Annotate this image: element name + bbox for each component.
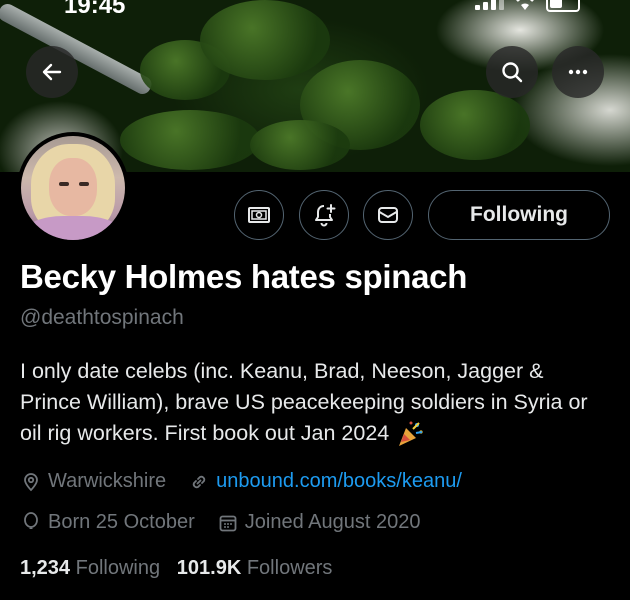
back-button[interactable]	[26, 46, 78, 98]
wifi-icon	[516, 0, 534, 10]
status-bar: 19:45	[0, 0, 630, 19]
status-time: 19:45	[64, 0, 126, 19]
profile-name: Becky Holmes hates spinach	[20, 258, 468, 295]
link-icon	[188, 471, 210, 493]
birthday-balloon-icon	[20, 511, 42, 534]
profile-website-link[interactable]: unbound.com/books/keanu/	[216, 470, 462, 493]
following-stat[interactable]: 1,234 Following	[20, 557, 160, 579]
following-label: Following	[75, 557, 161, 579]
calendar-icon	[217, 512, 239, 534]
search-icon	[502, 62, 523, 83]
profile-birthday: Born 25 October	[48, 511, 195, 533]
followers-count: 101.9K	[176, 557, 242, 579]
battery-icon	[546, 0, 580, 12]
profile-handle: @deathtospinach	[20, 306, 184, 329]
following-count: 1,234	[20, 557, 71, 579]
bell-plus-icon	[315, 204, 336, 227]
envelope-icon	[378, 207, 398, 223]
money-icon	[248, 207, 270, 223]
profile-meta-row-2: Born 25 October Joined August 2020	[20, 511, 420, 534]
location-icon	[20, 471, 42, 493]
more-button[interactable]	[552, 46, 604, 98]
profile-location: Warwickshire	[48, 470, 167, 492]
signal-icon	[475, 0, 504, 10]
profile-stats: 1,234 Following 101.9K Followers	[20, 557, 332, 580]
message-button[interactable]	[363, 190, 413, 240]
profile-meta-row-1: Warwickshire unbound.com/books/keanu/	[20, 470, 462, 493]
more-icon	[568, 69, 588, 75]
profile-bio-text: I only date celebs (inc. Keanu, Brad, Ne…	[20, 359, 588, 445]
avatar[interactable]	[17, 132, 129, 244]
notifications-button[interactable]	[299, 190, 349, 240]
profile-joined: Joined August 2020	[244, 511, 421, 533]
party-popper-icon	[399, 421, 423, 447]
followers-stat[interactable]: 101.9K Followers	[177, 557, 333, 579]
back-arrow-icon	[42, 63, 62, 81]
search-button[interactable]	[486, 46, 538, 98]
profile-bio: I only date celebs (inc. Keanu, Brad, Ne…	[20, 356, 610, 449]
followers-label: Followers	[246, 557, 333, 579]
following-button[interactable]: Following	[428, 190, 610, 240]
tip-button[interactable]	[234, 190, 284, 240]
